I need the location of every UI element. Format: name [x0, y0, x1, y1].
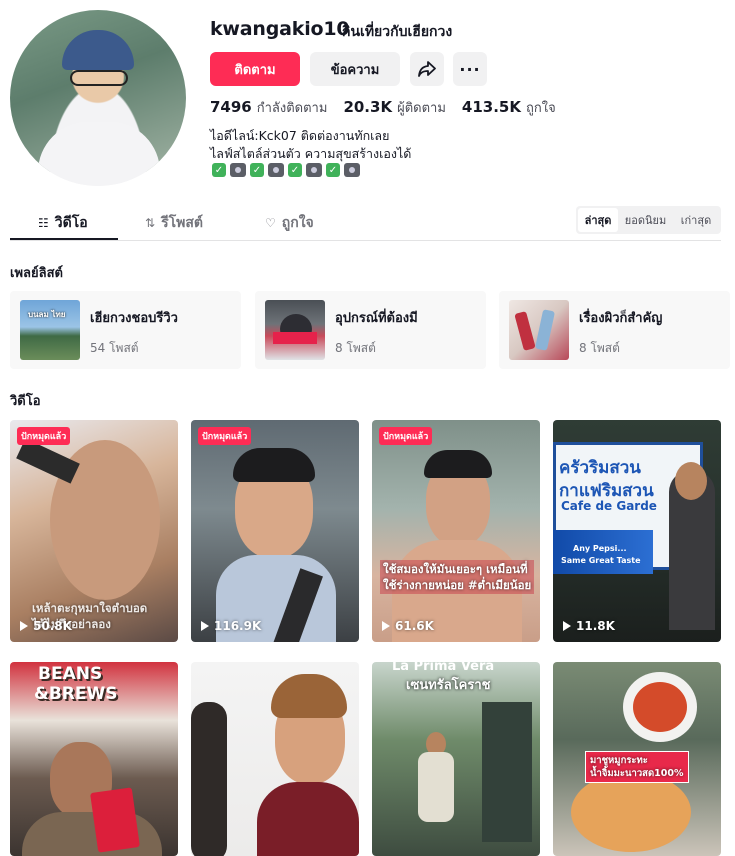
- tab-liked-label: ถูกใจ: [281, 215, 314, 231]
- following-stat[interactable]: 7496 กำลังติดตาม: [210, 97, 327, 118]
- profile-nickname: กินเที่ยวกับเฮียกวง: [342, 24, 453, 40]
- following-label: กำลังติดตาม: [256, 101, 328, 116]
- followers-count: 20.3K: [343, 98, 393, 116]
- likes-count: 413.5K: [461, 98, 521, 116]
- playlist-count: 54 โพสต์: [90, 341, 139, 355]
- profile-bio: ไอดีไลน์:Kck07 ติดต่องานทักเลย ไลฟ์สไตล์…: [210, 127, 411, 163]
- camera-icon: [230, 163, 246, 177]
- message-button[interactable]: ข้อความ: [310, 52, 400, 86]
- video-thumbnail[interactable]: ปักหมุดแล้ว 116.9K: [191, 420, 359, 642]
- playlist-card[interactable]: บนลม ไทย เฮียกวงชอบรีวิว 54 โพสต์: [10, 291, 241, 369]
- camera-icon: [306, 163, 322, 177]
- avatar-shirt: [38, 122, 160, 186]
- videos-heading: วิดีโอ: [10, 394, 41, 409]
- playlist-card[interactable]: เรื่องผิวก็สำคัญ 8 โพสต์: [499, 291, 730, 369]
- following-count: 7496: [210, 98, 252, 116]
- view-count-value: 116.9K: [214, 619, 262, 633]
- playlist-name: เฮียกวงชอบรีวิว: [90, 311, 178, 326]
- tab-reposts-label: รีโพสต์: [161, 215, 203, 231]
- tab-reposts[interactable]: ⇅ รีโพสต์: [145, 212, 203, 234]
- check-icon: ✓: [250, 163, 264, 177]
- bio-line-1: ไอดีไลน์:Kck07 ติดต่องานทักเลย: [210, 128, 390, 143]
- view-count: 11.8K: [563, 619, 615, 633]
- shop-sign-line-2: &BREWS: [34, 684, 118, 704]
- view-count: 50.8K: [20, 619, 72, 633]
- playlists-heading: เพลย์ลิสต์: [10, 266, 63, 281]
- profile-stats: 7496 กำลังติดตาม 20.3K ผู้ติดตาม 413.5K ถูก…: [210, 97, 556, 118]
- video-caption-overlay: มาชูหมูกระทะ น้ำจิ้มมะนาวสด100%: [585, 751, 689, 783]
- camera-icon: [268, 163, 284, 177]
- playlist-card[interactable]: อุปกรณ์ที่ต้องมี 8 โพสต์: [255, 291, 486, 369]
- video-thumbnail[interactable]: ปักหมุดแล้ว เหล้าตะกุหมาใจตำบอด ได้ไม่ถึ…: [10, 420, 178, 642]
- playlist-thumbnail: [509, 300, 569, 360]
- heart-icon: ♡: [265, 216, 276, 230]
- grid-icon: ☷: [38, 216, 49, 230]
- playlist-thumbnail: [265, 300, 325, 360]
- profile-username: kwangakio10: [210, 18, 350, 40]
- video-thumbnail[interactable]: BEANS &BREWS: [10, 662, 178, 856]
- repost-icon: ⇅: [145, 216, 156, 230]
- view-count-value: 61.6K: [395, 619, 434, 633]
- view-count: 116.9K: [201, 619, 261, 633]
- tab-videos-label: วิดีโอ: [54, 215, 88, 231]
- bio-line-2: ไลฟ์สไตล์ส่วนตัว ความสุขสร้างเองได้: [210, 146, 412, 161]
- video-caption-text: มาชูหมูกระทะ น้ำจิ้มมะนาวสด100%: [585, 751, 689, 783]
- bio-emoji-row: ✓ ✓ ✓ ✓: [212, 163, 360, 177]
- camera-icon: [344, 163, 360, 177]
- play-icon: [382, 621, 390, 631]
- follow-button[interactable]: ติดตาม: [210, 52, 300, 86]
- sort-latest-button[interactable]: ล่าสุด: [578, 208, 618, 232]
- shop-sign-line-2: เซนทรัลโคราช: [406, 678, 491, 693]
- video-caption-text: ใช้สมองให้มันเยอะๆ เหมือนที่ ใช้ร่างกายห…: [380, 560, 535, 594]
- view-count-value: 11.8K: [576, 619, 615, 633]
- play-icon: [201, 621, 209, 631]
- shop-sign-line-1: BEANS: [38, 664, 103, 684]
- shop-sign-line-1: La Prima Vera: [392, 662, 495, 674]
- video-thumbnail[interactable]: [191, 662, 359, 856]
- check-icon: ✓: [212, 163, 226, 177]
- more-options-button[interactable]: ···: [453, 52, 487, 86]
- view-count: 61.6K: [382, 619, 434, 633]
- sort-popular-button[interactable]: ยอดนิยม: [618, 208, 673, 232]
- shop-sign-line-3: Cafe de Garde: [561, 499, 657, 513]
- video-thumbnail[interactable]: ปักหมุดแล้ว ใช้สมองให้มันเยอะๆ เหมือนที่…: [372, 420, 540, 642]
- view-count-value: 50.8K: [33, 619, 72, 633]
- profile-avatar[interactable]: [10, 10, 186, 186]
- video-caption-overlay: ใช้สมองให้มันเยอะๆ เหมือนที่ ใช้ร่างกายห…: [380, 560, 535, 594]
- video-thumbnail[interactable]: La Prima Vera เซนทรัลโคราช: [372, 662, 540, 856]
- likes-stat: 413.5K ถูกใจ: [462, 97, 556, 118]
- share-button[interactable]: [410, 52, 444, 86]
- video-thumbnail[interactable]: ครัวริมสวน กาแฟริมสวน Cafe de Garde Any …: [553, 420, 721, 642]
- playlist-name: อุปกรณ์ที่ต้องมี: [335, 311, 418, 326]
- playlist-thumbnail: บนลม ไทย: [20, 300, 80, 360]
- active-tab-indicator: [10, 238, 118, 240]
- ad-text-1: Any Pepsi...: [573, 544, 627, 553]
- likes-label: ถูกใจ: [525, 101, 556, 116]
- followers-label: ผู้ติดตาม: [397, 101, 446, 116]
- sort-oldest-button[interactable]: เก่าสุด: [673, 208, 719, 232]
- playlist-name: เรื่องผิวก็สำคัญ: [579, 311, 663, 326]
- playlist-thumbnail-caption: บนลม ไทย: [28, 310, 66, 319]
- play-icon: [20, 621, 28, 631]
- avatar-glasses: [70, 70, 128, 86]
- pinned-badge: ปักหมุดแล้ว: [17, 427, 71, 445]
- ad-text-2: Same Great Taste: [561, 556, 641, 565]
- pinned-badge: ปักหมุดแล้ว: [198, 427, 252, 445]
- tab-liked[interactable]: ♡ ถูกใจ: [265, 212, 314, 234]
- playlist-count: 8 โพสต์: [579, 341, 620, 355]
- followers-stat[interactable]: 20.3K ผู้ติดตาม: [343, 97, 445, 118]
- check-icon: ✓: [288, 163, 302, 177]
- play-icon: [563, 621, 571, 631]
- playlist-count: 8 โพสต์: [335, 341, 376, 355]
- share-icon: [418, 61, 436, 77]
- avatar-cap: [62, 30, 134, 70]
- tab-videos[interactable]: ☷ วิดีโอ: [38, 212, 88, 234]
- check-icon: ✓: [326, 163, 340, 177]
- pinned-badge: ปักหมุดแล้ว: [379, 427, 433, 445]
- sort-segmented-control: ล่าสุด ยอดนิยม เก่าสุด: [576, 206, 721, 234]
- video-thumbnail[interactable]: มาชูหมูกระทะ น้ำจิ้มมะนาวสด100%: [553, 662, 721, 856]
